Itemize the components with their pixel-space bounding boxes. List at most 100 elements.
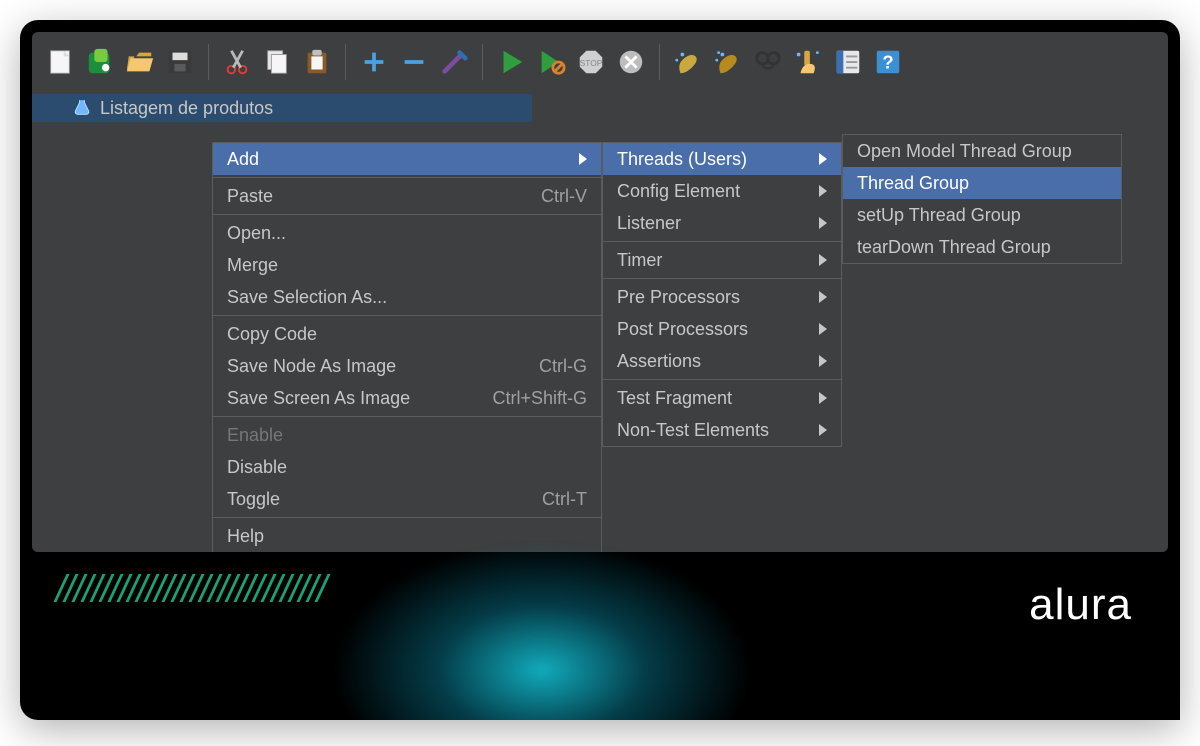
smi-post[interactable]: Post Processors [603,313,841,345]
mi-label: Test Fragment [617,388,732,409]
mi-label: Paste [227,186,273,207]
stop-button[interactable]: STOP [573,44,609,80]
mi-label: Copy Code [227,324,317,345]
templates-button[interactable] [82,44,118,80]
mi-label: Disable [227,457,287,478]
clear-button[interactable] [670,44,706,80]
submenu-arrow-icon [819,319,827,340]
submenu-arrow-icon [819,351,827,372]
mi-label: Threads (Users) [617,149,747,170]
function-helper-button[interactable] [830,44,866,80]
mi-save-selection[interactable]: Save Selection As... [213,281,601,313]
mi-label: Listener [617,213,681,234]
start-button[interactable] [493,44,529,80]
tmi-setup[interactable]: setUp Thread Group [843,199,1121,231]
mi-label: Open... [227,223,286,244]
threads-submenu: Open Model Thread Group Thread Group set… [842,134,1122,264]
start-no-pause-button[interactable] [533,44,569,80]
svg-text:STOP: STOP [580,58,603,68]
glow-decoration [332,540,752,720]
svg-text:?: ? [882,52,893,73]
new-file-button[interactable] [42,44,78,80]
mi-copy-code[interactable]: Copy Code [213,318,601,350]
smi-assert[interactable]: Assertions [603,345,841,377]
mi-label: Add [227,149,259,170]
context-menu: Add Paste Ctrl-V Open... Merge Save Sele… [212,142,602,552]
submenu-arrow-icon [819,388,827,409]
shutdown-button[interactable] [613,44,649,80]
mi-label: Thread Group [857,173,969,194]
tmi-teardown[interactable]: tearDown Thread Group [843,231,1121,263]
mi-shortcut: Ctrl-V [541,186,587,207]
mi-shortcut: Ctrl+Shift-G [492,388,587,409]
save-button[interactable] [162,44,198,80]
submenu-arrow-icon [819,250,827,271]
mi-save-node-image[interactable]: Save Node As Image Ctrl-G [213,350,601,382]
app-window: STOP ? [32,32,1168,552]
submenu-arrow-icon [819,181,827,202]
submenu-arrow-icon [819,213,827,234]
mi-label: Help [227,526,264,547]
tmi-thread-group[interactable]: Thread Group [843,167,1121,199]
mi-label: Enable [227,425,283,446]
toolbar-separator [659,44,660,80]
submenu-arrow-icon [819,287,827,308]
tree-item-label: Listagem de produtos [100,98,273,119]
mi-disable[interactable]: Disable [213,451,601,483]
mi-label: setUp Thread Group [857,205,1021,226]
expand-button[interactable] [356,44,392,80]
mi-open[interactable]: Open... [213,217,601,249]
tmi-open-model[interactable]: Open Model Thread Group [843,135,1121,167]
smi-threads[interactable]: Threads (Users) [603,143,841,175]
smi-frag[interactable]: Test Fragment [603,382,841,414]
mi-label: Post Processors [617,319,748,340]
mi-toggle[interactable]: Toggle Ctrl-T [213,483,601,515]
submenu-arrow-icon [819,420,827,441]
collapse-button[interactable] [396,44,432,80]
mi-label: Save Screen As Image [227,388,410,409]
tree-item-test-plan[interactable]: Listagem de produtos [32,94,532,122]
mi-label: tearDown Thread Group [857,237,1051,258]
mi-shortcut: Ctrl-G [539,356,587,377]
mi-label: Assertions [617,351,701,372]
search-button[interactable] [750,44,786,80]
toggle-button[interactable] [436,44,472,80]
submenu-arrow-icon [819,149,827,170]
mi-merge[interactable]: Merge [213,249,601,281]
help-button[interactable]: ? [870,44,906,80]
paste-button[interactable] [299,44,335,80]
mi-label: Non-Test Elements [617,420,769,441]
mi-label: Toggle [227,489,280,510]
brand-logo: alura [1029,580,1132,630]
open-button[interactable] [122,44,158,80]
mi-label: Save Selection As... [227,287,387,308]
toolbar-separator [345,44,346,80]
toolbar-separator [208,44,209,80]
stripes-decoration [60,574,324,602]
submenu-arrow-icon [579,149,587,170]
mi-save-screen-image[interactable]: Save Screen As Image Ctrl+Shift-G [213,382,601,414]
smi-listener[interactable]: Listener [603,207,841,239]
mi-enable: Enable [213,419,601,451]
smi-nontest[interactable]: Non-Test Elements [603,414,841,446]
toolbar-separator [482,44,483,80]
mi-add[interactable]: Add [213,143,601,175]
mi-label: Merge [227,255,278,276]
copy-button[interactable] [259,44,295,80]
mi-label: Timer [617,250,662,271]
smi-config[interactable]: Config Element [603,175,841,207]
clear-all-button[interactable] [710,44,746,80]
mi-label: Save Node As Image [227,356,396,377]
flask-icon [72,96,92,121]
cut-button[interactable] [219,44,255,80]
reset-search-button[interactable] [790,44,826,80]
toolbar: STOP ? [32,32,1168,92]
mi-label: Config Element [617,181,740,202]
add-submenu: Threads (Users) Config Element Listener … [602,142,842,447]
mi-label: Pre Processors [617,287,740,308]
smi-timer[interactable]: Timer [603,244,841,276]
mi-shortcut: Ctrl-T [542,489,587,510]
smi-pre[interactable]: Pre Processors [603,281,841,313]
mi-label: Open Model Thread Group [857,141,1072,162]
mi-paste[interactable]: Paste Ctrl-V [213,180,601,212]
